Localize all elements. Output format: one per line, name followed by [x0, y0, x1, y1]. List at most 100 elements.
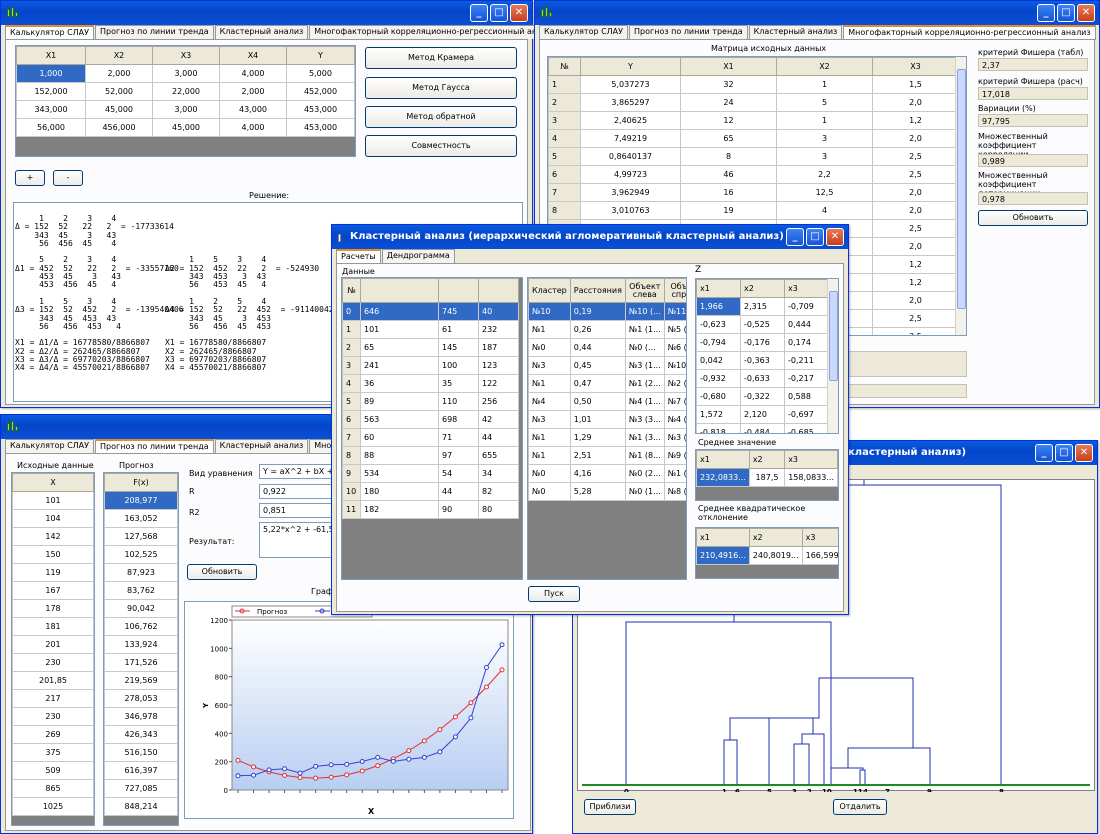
- tab-slau[interactable]: Калькулятор СЛАУ: [5, 439, 95, 453]
- cell[interactable]: 44: [478, 428, 519, 447]
- cell[interactable]: 87,923: [104, 563, 178, 582]
- cell[interactable]: 5,28: [569, 482, 626, 501]
- cell[interactable]: 35: [438, 374, 479, 393]
- cell[interactable]: 46: [680, 165, 777, 184]
- vertical-scrollbar[interactable]: [827, 279, 838, 433]
- cell[interactable]: -0,633: [740, 369, 785, 388]
- minimize-button[interactable]: _: [1035, 444, 1053, 462]
- minimize-button[interactable]: _: [470, 4, 488, 22]
- cell[interactable]: №1: [528, 446, 571, 465]
- cell[interactable]: 42: [478, 410, 519, 429]
- cell[interactable]: №10: [528, 302, 571, 321]
- column-header[interactable]: X1: [680, 57, 777, 76]
- cell[interactable]: №1 (8...: [624, 446, 665, 465]
- cell[interactable]: 40: [478, 302, 519, 321]
- table-row[interactable]: 83,762: [104, 581, 178, 600]
- cell[interactable]: 0,19: [569, 302, 626, 321]
- cell[interactable]: №1 (1...: [663, 464, 686, 483]
- table-row[interactable]: 848,214: [104, 797, 178, 816]
- cell[interactable]: 1,29: [569, 428, 626, 447]
- table-row[interactable]: 269: [12, 725, 94, 744]
- cell[interactable]: №3: [528, 356, 571, 375]
- table-row[interactable]: -0,680 -0,322 0,588: [696, 387, 829, 406]
- cell[interactable]: 210,4916...: [696, 546, 750, 565]
- add-row-button[interactable]: +: [15, 170, 45, 186]
- column-header[interactable]: x1: [696, 279, 741, 298]
- inverse-button[interactable]: Метод обратной: [365, 106, 517, 128]
- cell[interactable]: 452,000: [286, 82, 355, 101]
- cell[interactable]: 456,000: [85, 118, 153, 137]
- cell[interactable]: 97: [438, 446, 479, 465]
- cell[interactable]: 127,568: [104, 527, 178, 546]
- zoom-in-button[interactable]: Приблизи: [584, 799, 636, 815]
- cell[interactable]: 232,0833...: [696, 468, 750, 487]
- cell[interactable]: 2,0: [872, 93, 959, 112]
- table-row[interactable]: 9 534 54 34: [342, 464, 519, 483]
- cell[interactable]: №11 (1...: [663, 302, 686, 321]
- cell[interactable]: 848,214: [104, 797, 178, 816]
- cell[interactable]: 346,978: [104, 707, 178, 726]
- table-row[interactable]: 1,000 2,000 3,000 4,000 5,000: [16, 64, 355, 83]
- tab-trend[interactable]: Прогноз по линии тренда: [629, 25, 748, 39]
- cell[interactable]: 34: [478, 464, 519, 483]
- cell[interactable]: 208,977: [104, 491, 178, 510]
- table-row[interactable]: №100,19№10 (...№11 (1...: [528, 302, 686, 321]
- cell[interactable]: №1 (3...: [624, 428, 665, 447]
- table-row[interactable]: 1,966 2,315 -0,709: [696, 297, 829, 316]
- cell[interactable]: №8 (1...: [663, 482, 686, 501]
- cell[interactable]: 5: [548, 147, 581, 166]
- cell[interactable]: 2,000: [85, 64, 153, 83]
- maximize-button[interactable]: □: [1057, 4, 1075, 22]
- table-row[interactable]: 104: [12, 509, 94, 528]
- cell[interactable]: 5: [776, 93, 873, 112]
- cell[interactable]: №3 (5...: [663, 428, 686, 447]
- cell[interactable]: 150: [12, 545, 94, 564]
- table-row[interactable]: 509: [12, 761, 94, 780]
- table-row[interactable]: 1,572 2,120 -0,697: [696, 405, 829, 424]
- cell[interactable]: -0,697: [784, 405, 829, 424]
- cell[interactable]: №0: [528, 482, 571, 501]
- cell[interactable]: 4: [342, 374, 361, 393]
- tab-slau[interactable]: Калькулятор СЛАУ: [5, 25, 95, 40]
- table-row[interactable]: 10 180 44 82: [342, 482, 519, 501]
- table-row[interactable]: 4 36 35 122: [342, 374, 519, 393]
- tab-regression[interactable]: Многофакторный корреляционно-регрессионн…: [309, 25, 562, 39]
- cell[interactable]: 3,000: [152, 100, 220, 119]
- remove-row-button[interactable]: -: [53, 170, 83, 186]
- cell[interactable]: 2,5: [872, 309, 959, 328]
- table-row[interactable]: 5 89 110 256: [342, 392, 519, 411]
- tab-calculations[interactable]: Расчеты: [336, 249, 381, 264]
- slau-matrix-grid[interactable]: X1 X2 X3 X4 Y 1,000 2,000 3,000 4,000 5,000 152,…: [15, 45, 356, 157]
- cell[interactable]: 3: [548, 111, 581, 130]
- cell[interactable]: 178: [12, 599, 94, 618]
- cell[interactable]: 8: [548, 201, 581, 220]
- cell[interactable]: 278,053: [104, 689, 178, 708]
- table-row[interactable]: 230: [12, 653, 94, 672]
- run-button[interactable]: Пуск: [528, 586, 580, 602]
- cell[interactable]: 12: [680, 111, 777, 130]
- cell[interactable]: 65: [680, 129, 777, 148]
- column-header[interactable]: X3: [152, 46, 220, 65]
- cell[interactable]: 0,042: [696, 351, 741, 370]
- column-header[interactable]: Объект слева: [624, 278, 665, 303]
- cell[interactable]: 0,174: [784, 333, 829, 352]
- table-row[interactable]: №40,50№4 (1...№7 (1...: [528, 392, 686, 411]
- cell[interactable]: 142: [12, 527, 94, 546]
- cell[interactable]: 1,2: [872, 111, 959, 130]
- cell[interactable]: 110: [438, 392, 479, 411]
- cell[interactable]: 3,865297: [580, 93, 681, 112]
- cell[interactable]: №4 (2...: [663, 410, 686, 429]
- cell[interactable]: 269: [12, 725, 94, 744]
- table-row[interactable]: 0,042 -0,363 -0,211: [696, 351, 829, 370]
- column-header[interactable]: №: [548, 57, 581, 76]
- cell[interactable]: 2,000: [219, 82, 287, 101]
- table-row[interactable]: 426,343: [104, 725, 178, 744]
- tab-slau[interactable]: Калькулятор СЛАУ: [539, 25, 629, 39]
- cell[interactable]: 83,762: [104, 581, 178, 600]
- table-row[interactable]: 346,978: [104, 707, 178, 726]
- table-row[interactable]: 106,762: [104, 617, 178, 636]
- table-row[interactable]: 167: [12, 581, 94, 600]
- cell[interactable]: 43,000: [219, 100, 287, 119]
- cell[interactable]: 65: [360, 338, 439, 357]
- column-header[interactable]: Y: [580, 57, 681, 76]
